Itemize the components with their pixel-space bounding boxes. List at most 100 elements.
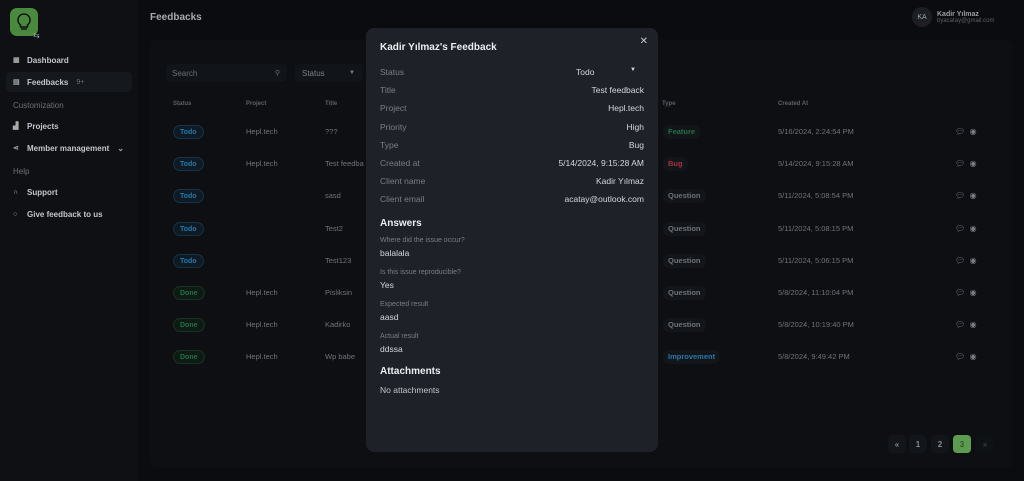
comment-icon[interactable]: 💬︎ — [955, 352, 965, 361]
comment-icon[interactable]: 💬︎ — [955, 288, 965, 297]
field-value: High — [626, 121, 644, 132]
detail-field: Priority High — [380, 118, 644, 136]
answer-question: Is this issue reproducible? — [380, 268, 461, 276]
project-cell: Hepl.tech — [246, 159, 278, 168]
created-at-cell: 5/11/2024, 5:08:54 PM — [778, 191, 854, 200]
pagination-page-1[interactable]: 1 — [909, 435, 927, 453]
status-badge: Done — [173, 318, 205, 332]
field-value: 5/14/2024, 9:15:28 AM — [558, 158, 644, 169]
type-badge: Improvement — [663, 350, 721, 364]
page-title: Feedbacks — [150, 12, 202, 23]
close-icon[interactable]: ✕ — [640, 36, 648, 47]
answer-text: balalala — [380, 247, 410, 258]
project-cell: Hepl.tech — [246, 288, 278, 297]
section-customization: Customization — [13, 101, 64, 110]
field-label: Created at — [380, 158, 420, 169]
status-badge: Done — [173, 286, 205, 300]
project-cell: Hepl.tech — [246, 352, 278, 361]
status-badge: Todo — [173, 125, 204, 139]
status-badge: Todo — [173, 157, 204, 171]
type-badge: Question — [663, 318, 706, 332]
search-input[interactable]: Search ⚲ — [166, 64, 287, 82]
eye-icon[interactable]: ◉ — [970, 127, 977, 136]
comment-icon[interactable]: 💬︎ — [955, 320, 965, 329]
eye-icon[interactable]: ◉ — [970, 320, 977, 329]
column-header-status[interactable]: Status — [173, 101, 191, 107]
created-at-cell: 5/8/2024, 11:10:04 PM — [778, 288, 854, 297]
eye-icon[interactable]: ◉ — [970, 352, 977, 361]
switch-icon[interactable]: ⇆ — [33, 31, 40, 40]
detail-field: Title Test feedback — [380, 81, 644, 99]
eye-icon[interactable]: ◉ — [970, 224, 977, 233]
status-badge: Todo — [173, 254, 204, 268]
lightbulb-icon: ○ — [13, 210, 18, 218]
eye-icon[interactable]: ◉ — [970, 256, 977, 265]
share-icon: ⋖ — [13, 145, 19, 152]
field-label: Priority — [380, 121, 407, 132]
column-header-project[interactable]: Project — [246, 101, 266, 107]
comment-icon[interactable]: 💬︎ — [955, 127, 965, 136]
type-badge: Question — [663, 254, 706, 268]
caret-down-icon: ▼ — [630, 67, 636, 74]
answer-text: ddssa — [380, 343, 403, 354]
pagination-page-2[interactable]: 2 — [931, 435, 949, 453]
detail-field: Status Todo ▼ — [380, 63, 644, 81]
field-label: Client email — [380, 194, 425, 205]
no-attachments-text: No attachments — [380, 384, 440, 395]
eye-icon[interactable]: ◉ — [970, 288, 977, 297]
column-header-type[interactable]: Type — [662, 101, 676, 107]
status-badge: Todo — [173, 222, 204, 236]
created-at-cell: 5/16/2024, 2:24:54 PM — [778, 127, 854, 136]
field-label: Type — [380, 139, 399, 150]
sidebar-item-dashboard[interactable]: ▦ Dashboard — [6, 50, 132, 70]
status-select[interactable]: Todo ▼ — [576, 67, 636, 77]
answer-question: Where did the issue occur? — [380, 236, 465, 244]
feedback-detail-modal: ✕ Kadir Yılmaz's Feedback Status Todo ▼ Tit… — [366, 28, 658, 452]
eye-icon[interactable]: ◉ — [970, 159, 977, 168]
pagination-next[interactable]: » — [976, 435, 994, 453]
answer-text: Yes — [380, 279, 394, 290]
user-name: Kadir Yılmaz — [937, 10, 979, 18]
created-at-cell: 5/14/2024, 9:15:28 AM — [778, 159, 854, 168]
pagination-prev[interactable]: « — [888, 435, 906, 453]
title-cell: Test123 — [325, 256, 352, 265]
project-cell: Hepl.tech — [246, 127, 278, 136]
inbox-icon: ▤ — [13, 79, 20, 86]
detail-field: Project Hepl.tech — [380, 99, 644, 117]
pagination-page-3[interactable]: 3 — [953, 435, 971, 453]
field-value: Kadir Yılmaz — [595, 176, 644, 187]
answer-question: Actual result — [380, 332, 419, 340]
detail-field: Type Bug — [380, 136, 644, 154]
attachments-heading: Attachments — [380, 365, 441, 377]
title-cell: Wp babe — [325, 352, 356, 361]
type-badge: Bug — [663, 157, 688, 171]
modal-title: Kadir Yılmaz's Feedback — [380, 42, 497, 53]
created-at-cell: 5/11/2024, 5:06:15 PM — [778, 256, 854, 265]
title-cell: Test2 — [325, 224, 343, 233]
comment-icon[interactable]: 💬︎ — [955, 191, 965, 200]
status-filter-select[interactable]: Status ▼ — [295, 64, 363, 82]
type-badge: Feature — [663, 125, 701, 139]
created-at-cell: 5/8/2024, 9:49:42 PM — [778, 352, 850, 361]
column-header-title[interactable]: Title — [325, 101, 337, 107]
caret-down-icon: ▼ — [349, 70, 355, 76]
comment-icon[interactable]: 💬︎ — [955, 224, 965, 233]
comment-icon[interactable]: 💬︎ — [955, 159, 965, 168]
title-cell: Kadirko — [325, 320, 351, 329]
answer-text: aasd — [380, 311, 399, 322]
eye-icon[interactable]: ◉ — [970, 191, 977, 200]
field-label: Project — [380, 103, 407, 114]
user-menu[interactable]: KA Kadir Yılmaz byacatay@gmail.com — [912, 7, 994, 27]
detail-field: Client email acatay@outlook.com — [380, 190, 644, 208]
title-cell: Pisliksin — [325, 288, 353, 297]
title-cell: Test feedba — [325, 159, 364, 168]
created-at-cell: 5/8/2024, 10:19:40 PM — [778, 320, 854, 329]
column-header-created-at[interactable]: Created At — [778, 101, 808, 107]
field-label: Title — [380, 85, 396, 96]
field-label: Status — [380, 67, 405, 78]
project-cell: Hepl.tech — [246, 320, 278, 329]
sidebar-item-feedbacks[interactable]: ▤ Feedbacks 9+ — [6, 72, 132, 92]
detail-field: Client name Kadir Yılmaz — [380, 172, 644, 190]
type-badge: Question — [663, 189, 706, 203]
comment-icon[interactable]: 💬︎ — [955, 256, 965, 265]
